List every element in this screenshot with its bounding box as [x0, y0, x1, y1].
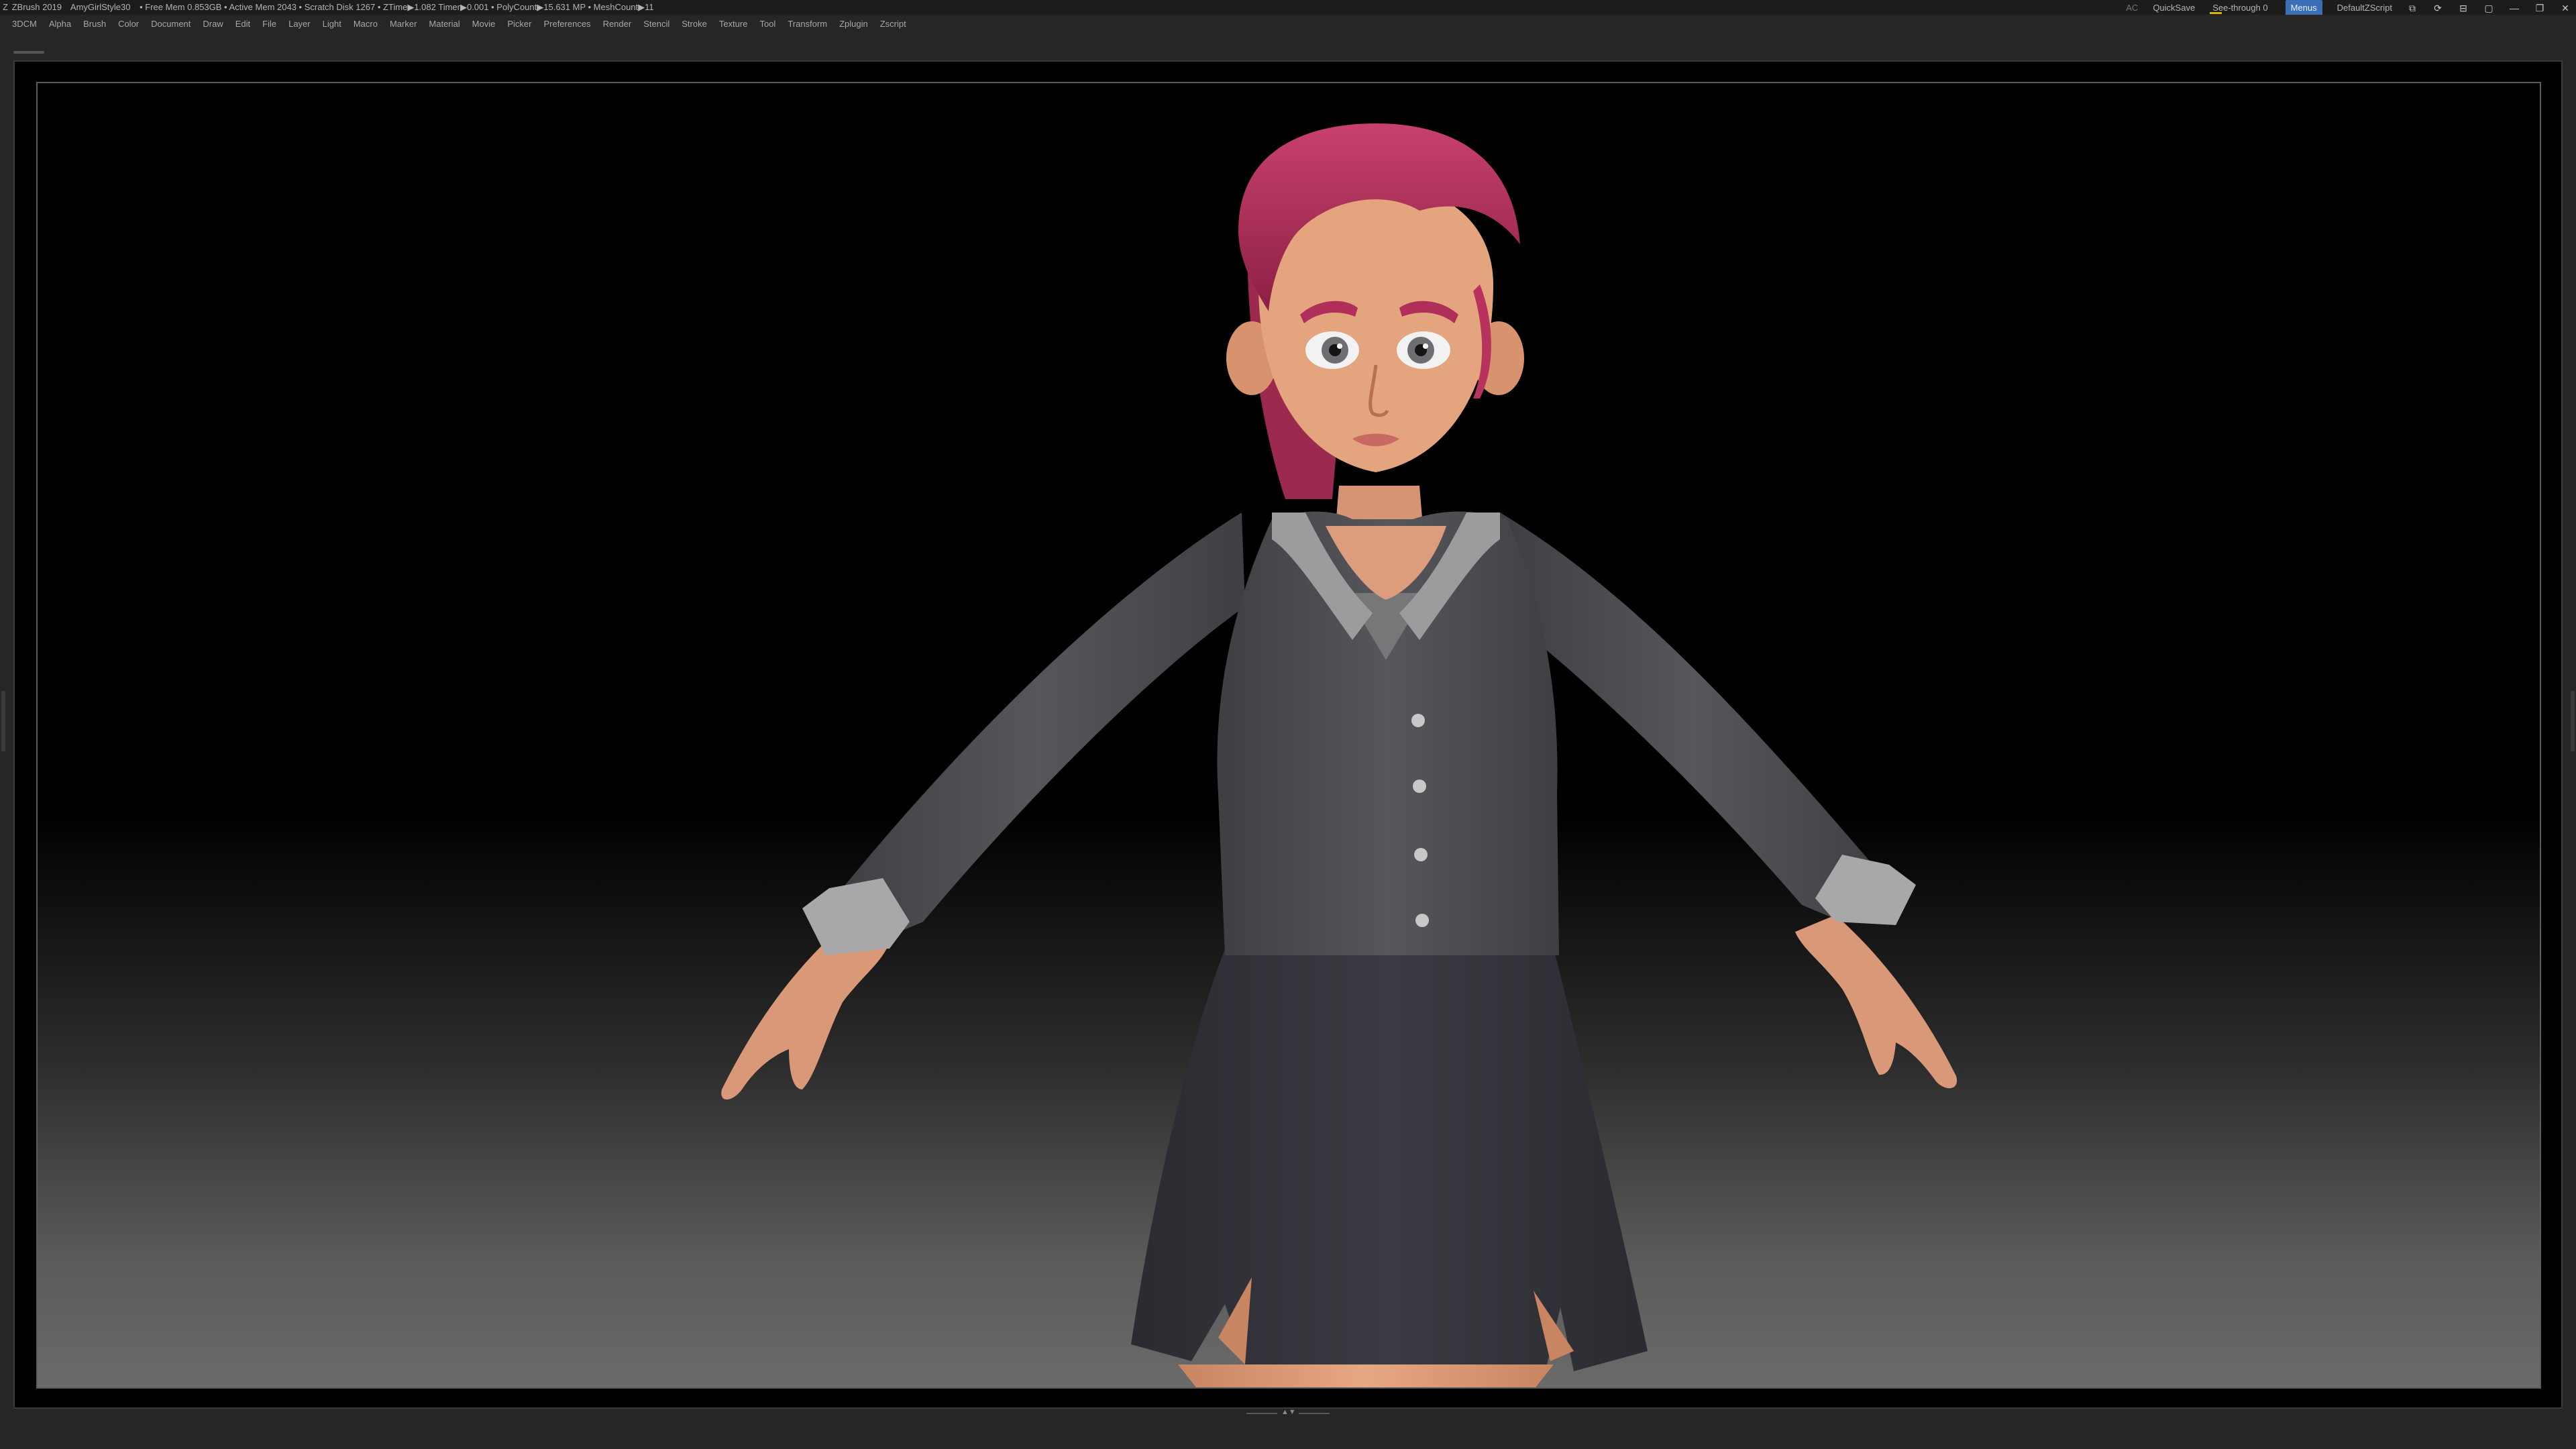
app-name: ZBrush 2019 [11, 2, 62, 12]
menu-alpha[interactable]: Alpha [43, 15, 77, 34]
title-bar: Z ZBrush 2019 AmyGirlStyle30 • Free Mem … [0, 0, 2576, 16]
jacket-button [1414, 848, 1428, 861]
grip-line [1299, 1413, 1330, 1414]
menu-transform[interactable]: Transform [782, 15, 833, 34]
menu-file[interactable]: File [256, 15, 282, 34]
shelf-grip[interactable] [13, 51, 44, 54]
expand-arrows-icon: ▲▼ [1281, 1408, 1296, 1416]
menu-stroke[interactable]: Stroke [676, 15, 713, 34]
bottom-shelf-grip[interactable]: ▲▼ [1246, 1408, 1330, 1416]
menu-marker[interactable]: Marker [384, 15, 423, 34]
script-button[interactable]: DefaultZScript [2337, 1, 2392, 15]
dock-icon[interactable]: ⊟ [2458, 1, 2469, 15]
menu-brush[interactable]: Brush [77, 15, 112, 34]
menu-edit[interactable]: Edit [229, 15, 256, 34]
menu-tool[interactable]: Tool [753, 15, 782, 34]
character-model [721, 123, 1957, 1387]
left-hand [721, 932, 890, 1099]
right-tray-handle[interactable] [2571, 691, 2575, 751]
left-sleeve [829, 513, 1245, 942]
document-name: AmyGirlStyle30 [70, 2, 131, 12]
jacket-button [1411, 714, 1425, 727]
jacket-button [1415, 914, 1429, 927]
menu-macro[interactable]: Macro [347, 15, 384, 34]
menu-3dcm[interactable]: 3DCM [0, 15, 43, 34]
close-icon[interactable]: ✕ [2560, 1, 2571, 15]
menu-color[interactable]: Color [112, 15, 145, 34]
refresh-icon[interactable]: ⟳ [2432, 1, 2443, 15]
menu-document[interactable]: Document [145, 15, 197, 34]
ac-toggle[interactable]: AC [2126, 1, 2138, 15]
top-shelf [0, 34, 2576, 59]
right-hand [1795, 915, 1957, 1089]
right-sleeve [1500, 513, 1889, 922]
menu-movie[interactable]: Movie [466, 15, 502, 34]
menu-zscript[interactable]: Zscript [874, 15, 912, 34]
minimize-icon[interactable]: — [2509, 1, 2520, 15]
see-through-fill [2210, 12, 2222, 14]
menu-render[interactable]: Render [597, 15, 638, 34]
canvas-frame [13, 60, 2563, 1409]
grip-line [1246, 1413, 1277, 1414]
menu-bar: 3DCM Alpha Brush Color Document Draw Edit File L… [0, 15, 2576, 34]
skirt [1131, 949, 1648, 1371]
restore-icon[interactable]: ❐ [2534, 1, 2545, 15]
menu-material[interactable]: Material [423, 15, 466, 34]
menu-draw[interactable]: Draw [197, 15, 229, 34]
menu-light[interactable]: Light [317, 15, 347, 34]
quicksave-button[interactable]: QuickSave [2153, 1, 2195, 15]
menu-preferences[interactable]: Preferences [537, 15, 596, 34]
menu-stencil[interactable]: Stencil [637, 15, 676, 34]
zbrush-logo-icon[interactable]: Z [3, 2, 8, 12]
jacket-button [1413, 780, 1426, 793]
layout-icon[interactable]: ⧉ [2407, 1, 2418, 15]
menu-picker[interactable]: Picker [501, 15, 537, 34]
menu-texture[interactable]: Texture [713, 15, 754, 34]
lock-icon[interactable]: ▢ [2483, 1, 2494, 15]
left-tray-handle[interactable] [1, 691, 5, 751]
see-through-slider[interactable]: See-through 0 [2210, 1, 2270, 15]
legs [1178, 1364, 1554, 1387]
document-canvas[interactable] [36, 82, 2541, 1389]
bottom-shelf: ▲▼ [0, 1408, 2576, 1449]
menu-layer[interactable]: Layer [282, 15, 317, 34]
menu-zplugin[interactable]: Zplugin [833, 15, 874, 34]
see-through-label: See-through 0 [2212, 3, 2268, 13]
status-readout: • Free Mem 0.853GB • Active Mem 2043 • S… [140, 2, 654, 12]
menus-toggle[interactable]: Menus [2285, 0, 2322, 16]
